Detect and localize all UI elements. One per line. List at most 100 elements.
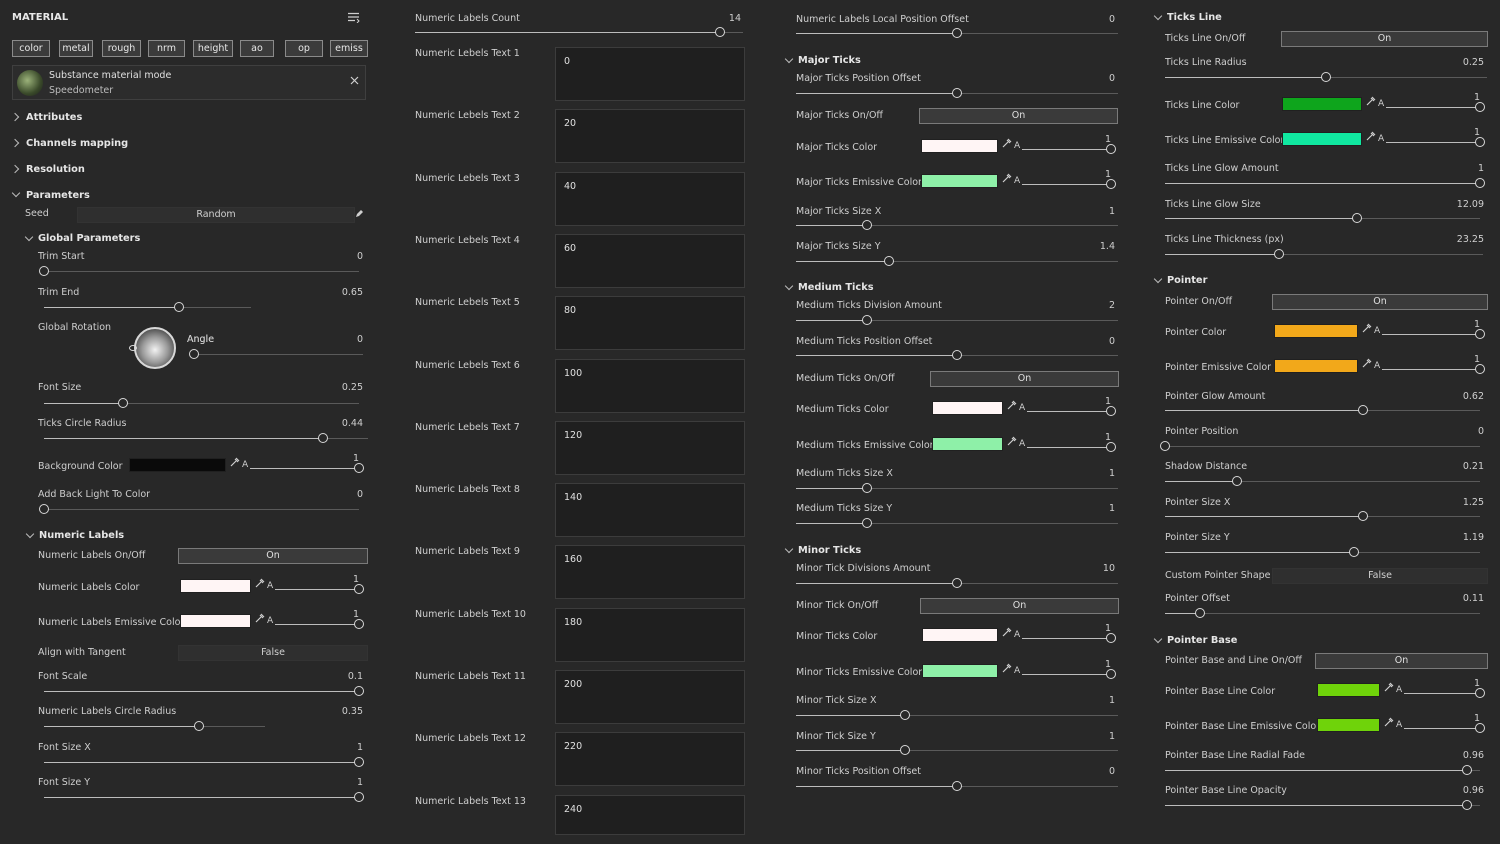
slider-handle[interactable] (317, 432, 328, 443)
pointer-color-alpha-value[interactable]: 1 (1420, 319, 1480, 330)
minor-tick-size-y-slider[interactable] (796, 744, 1118, 755)
slider-handle[interactable] (1461, 799, 1472, 810)
numeric-labels-onoff-toggle[interactable]: On (178, 548, 368, 564)
section-medium-ticks[interactable]: Medium Ticks (798, 282, 874, 293)
slider-handle[interactable] (353, 462, 364, 473)
slider-handle[interactable] (1194, 607, 1205, 618)
numeric-labels-color-alpha-slider[interactable] (275, 583, 364, 594)
eyedropper-icon[interactable] (1362, 358, 1372, 371)
trim-end-value[interactable]: 0.65 (303, 287, 363, 298)
numeric-label-text-input[interactable]: 40 (555, 171, 745, 226)
ticks-line-emissive-color-alpha-value[interactable]: 1 (1420, 127, 1480, 138)
pointer-position-slider[interactable] (1159, 440, 1480, 451)
medium-ticks-color-swatch[interactable] (932, 401, 1003, 415)
pointer-base-line-emissive-color-alpha-value[interactable]: 1 (1420, 713, 1480, 724)
major-ticks-onoff-toggle[interactable]: On (919, 108, 1118, 124)
slider-handle[interactable] (1351, 212, 1362, 223)
slider-handle[interactable] (1461, 764, 1472, 775)
channel-chip-ao[interactable]: ao (240, 40, 274, 57)
ticks-line-glow-amount-value[interactable]: 1 (1424, 163, 1484, 174)
slider-handle[interactable] (353, 618, 364, 629)
minor-tick-divisions-value[interactable]: 10 (1055, 563, 1115, 574)
channel-chip-nrm[interactable]: nrm (148, 40, 185, 57)
pointer-size-y-value[interactable]: 1.19 (1424, 532, 1484, 543)
slider-handle[interactable] (1105, 405, 1116, 416)
pointer-onoff-toggle[interactable]: On (1272, 294, 1488, 310)
slider-handle[interactable] (1357, 510, 1368, 521)
align-with-tangent-toggle[interactable]: False (178, 645, 368, 661)
major-ticks-size-x-slider[interactable] (796, 219, 1118, 230)
pointer-color-swatch[interactable] (1274, 324, 1358, 338)
numeric-label-text-input[interactable]: 160 (555, 545, 745, 600)
eyedropper-icon[interactable] (1362, 323, 1372, 336)
add-back-light-value[interactable]: 0 (303, 489, 363, 500)
pointer-emissive-color-swatch[interactable] (1274, 359, 1358, 373)
chevron-right-icon[interactable] (10, 164, 20, 174)
chevron-down-icon[interactable] (11, 188, 21, 198)
medium-ticks-position-offset-value[interactable]: 0 (1055, 336, 1115, 347)
numeric-labels-emissive-color-alpha-slider[interactable] (275, 618, 364, 629)
slider-handle[interactable] (899, 744, 910, 755)
slider-handle[interactable] (353, 685, 364, 696)
trim-start-slider[interactable] (38, 265, 359, 276)
pointer-base-line-emissive-color-swatch[interactable] (1317, 718, 1380, 732)
medium-ticks-size-y-value[interactable]: 1 (1055, 503, 1115, 514)
chevron-down-icon[interactable] (1153, 274, 1163, 284)
ticks-line-radius-slider[interactable] (1165, 71, 1487, 82)
pointer-base-radial-fade-slider[interactable] (1165, 764, 1480, 775)
pointer-emissive-color-alpha-value[interactable]: 1 (1420, 354, 1480, 365)
slider-handle[interactable] (861, 482, 872, 493)
medium-ticks-size-x-value[interactable]: 1 (1055, 468, 1115, 479)
channel-chip-op[interactable]: op (285, 40, 323, 57)
pointer-base-opacity-value[interactable]: 0.96 (1424, 785, 1484, 796)
eyedropper-icon[interactable] (1007, 436, 1017, 449)
major-ticks-color-swatch[interactable] (921, 139, 998, 153)
numeric-label-text-input[interactable]: 200 (555, 670, 745, 724)
section-parameters[interactable]: Parameters (26, 190, 90, 201)
slider-handle[interactable] (117, 397, 128, 408)
medium-ticks-emissive-color-alpha-slider[interactable] (1027, 441, 1116, 452)
seed-random-button[interactable]: Random (77, 207, 355, 223)
eyedropper-icon[interactable] (1366, 96, 1376, 109)
medium-ticks-position-offset-slider[interactable] (796, 349, 1118, 360)
major-ticks-emissive-color-alpha-value[interactable]: 1 (1051, 169, 1111, 180)
font-size-slider[interactable] (44, 397, 359, 408)
ticks-line-glow-size-slider[interactable] (1165, 212, 1480, 223)
background-color-alpha-value[interactable]: 1 (299, 453, 359, 464)
slider-handle[interactable] (1320, 71, 1331, 82)
major-ticks-size-y-slider[interactable] (796, 255, 1118, 266)
slider-handle[interactable] (1105, 632, 1116, 643)
eyedropper-icon[interactable] (1002, 663, 1012, 676)
eyedropper-icon[interactable] (1002, 627, 1012, 640)
medium-ticks-size-x-slider[interactable] (796, 482, 1118, 493)
pointer-glow-amount-slider[interactable] (1165, 404, 1480, 415)
font-scale-value[interactable]: 0.1 (303, 671, 363, 682)
add-back-light-slider[interactable] (38, 503, 359, 514)
slider-handle[interactable] (1474, 136, 1485, 147)
section-channels-mapping[interactable]: Channels mapping (26, 138, 128, 149)
slider-handle[interactable] (1105, 178, 1116, 189)
major-ticks-position-offset-slider[interactable] (796, 87, 1118, 98)
ticks-line-color-alpha-value[interactable]: 1 (1420, 92, 1480, 103)
ticks-line-radius-value[interactable]: 0.25 (1424, 57, 1484, 68)
section-pointer[interactable]: Pointer (1167, 275, 1207, 286)
pointer-emissive-color-alpha-slider[interactable] (1382, 363, 1485, 374)
slider-handle[interactable] (951, 577, 962, 588)
chevron-down-icon[interactable] (24, 232, 34, 242)
minor-tick-size-x-value[interactable]: 1 (1055, 695, 1115, 706)
chevron-down-icon[interactable] (784, 54, 794, 64)
section-minor-ticks[interactable]: Minor Ticks (798, 545, 861, 556)
slider-handle[interactable] (714, 26, 725, 37)
eyedropper-icon[interactable] (1384, 717, 1394, 730)
pointer-size-x-value[interactable]: 1.25 (1424, 497, 1484, 508)
slider-handle[interactable] (861, 314, 872, 325)
minor-ticks-emissive-color-alpha-slider[interactable] (1022, 668, 1116, 679)
medium-ticks-color-alpha-slider[interactable] (1027, 405, 1116, 416)
major-ticks-size-y-value[interactable]: 1.4 (1055, 241, 1115, 252)
numeric-labels-count-slider[interactable] (415, 26, 743, 37)
numeric-labels-circle-radius-value[interactable]: 0.35 (303, 706, 363, 717)
minor-ticks-position-offset-slider[interactable] (796, 780, 1118, 791)
angle-value[interactable]: 0 (303, 334, 363, 345)
chevron-down-icon[interactable] (784, 281, 794, 291)
menu-icon[interactable] (348, 12, 360, 24)
